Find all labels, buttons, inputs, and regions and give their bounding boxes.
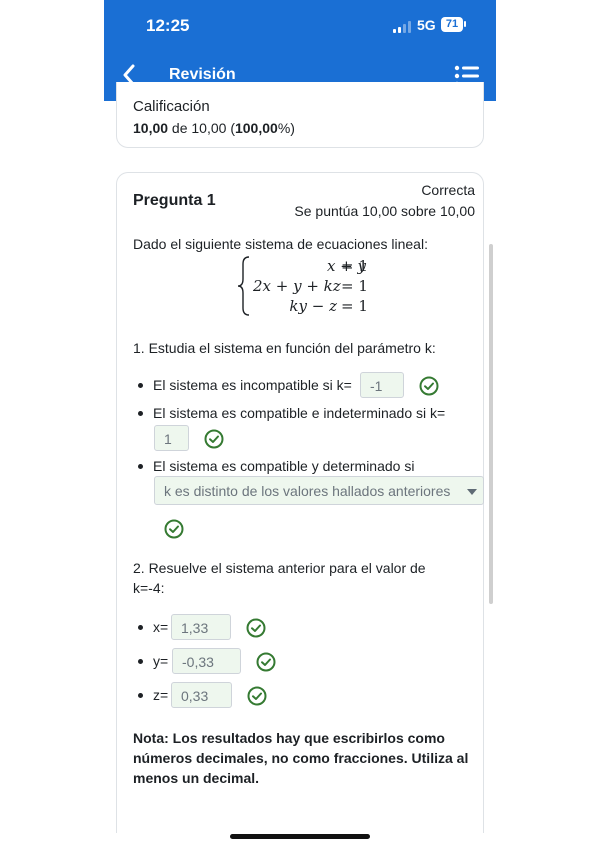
select-value: k es distinto de los valores hallados an… [164, 483, 451, 499]
part2-heading-line1: 2. Resuelve el sistema anterior para el … [133, 560, 426, 576]
bullet-icon [138, 411, 143, 416]
grade-percent: 100,00 [234, 120, 278, 136]
equation-2-lhs: 2x + y + kz [253, 277, 341, 295]
equation-1-rhs: = 1 [341, 257, 368, 275]
bullet1-text: El sistema es incompatible si k= [153, 377, 352, 393]
question-state: Correcta [421, 182, 475, 198]
x-value-input[interactable]: 1,33 [171, 614, 231, 640]
question-card: Pregunta 1 Correcta Se puntúa 10,00 sobr… [116, 172, 484, 833]
check-circle-icon [247, 686, 267, 706]
bullet-icon [138, 464, 143, 469]
bullet3-text: El sistema es compatible y determinado s… [153, 458, 415, 474]
question-grade: Se puntúa 10,00 sobre 10,00 [294, 203, 475, 219]
home-indicator[interactable] [230, 834, 370, 839]
question-intro: Dado el siguiente sistema de ecuaciones … [133, 236, 428, 252]
equation-3-lhs: ky − z [289, 297, 337, 315]
phone-screen: 12:25 5G 71 Revisión Calificación 10,00 … [104, 0, 496, 848]
bullet2-text: El sistema es compatible e indeterminado… [153, 405, 446, 421]
bullet-icon [138, 693, 143, 698]
signal-icon [393, 21, 415, 33]
battery-icon: 71 [441, 17, 463, 32]
check-circle-icon [204, 429, 224, 449]
equation-2-rhs: = 1 [341, 277, 368, 295]
grade-label: Calificación [133, 98, 210, 115]
network-label: 5G [417, 17, 436, 33]
bullet-icon [138, 625, 143, 630]
bullet-icon [138, 659, 143, 664]
grade-score: 10,00 [133, 120, 169, 136]
check-circle-icon [419, 376, 439, 396]
battery-tip [464, 21, 466, 27]
question-number: Pregunta 1 [133, 192, 216, 209]
grade-end: %) [277, 120, 295, 136]
bullet-icon [138, 383, 143, 388]
part1-heading: 1. Estudia el sistema en función del par… [133, 340, 436, 356]
y-label: y= [153, 653, 169, 669]
check-circle-icon [246, 618, 266, 638]
answer-incompatible-input[interactable]: -1 [360, 372, 404, 398]
status-bar: 12:25 5G 71 [104, 0, 496, 52]
z-value-input[interactable]: 0,33 [171, 682, 232, 708]
grade-value: 10,00 de 10,00 (100,00%) [133, 120, 295, 136]
scrollbar[interactable] [489, 244, 493, 604]
grade-summary-card: Calificación 10,00 de 10,00 (100,00%) [116, 82, 484, 148]
check-circle-icon [256, 652, 276, 672]
check-circle-icon [164, 519, 184, 539]
caret-down-icon [467, 489, 477, 495]
part2-heading-line2: k=-4: [133, 580, 165, 596]
status-time: 12:25 [146, 16, 190, 35]
x-label: x= [153, 619, 169, 635]
answer-determinate-select[interactable]: k es distinto de los valores hallados an… [154, 476, 484, 505]
equation-3-rhs: = 1 [341, 297, 368, 315]
y-value-input[interactable]: -0,33 [172, 648, 241, 674]
note-text: Nota: Los resultados hay que escribirlos… [133, 730, 469, 786]
z-label: z= [153, 687, 169, 703]
answer-indeterminate-input[interactable]: 1 [154, 425, 189, 451]
grade-of: de 10,00 ( [168, 120, 235, 136]
left-brace-icon [237, 256, 250, 316]
